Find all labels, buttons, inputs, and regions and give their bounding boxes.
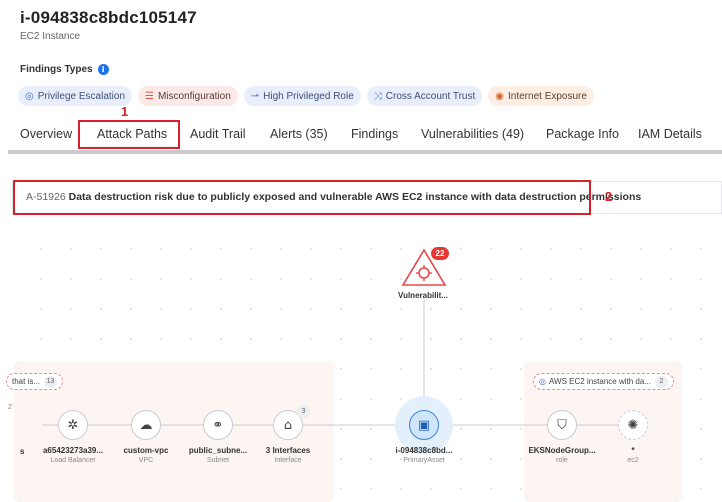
node-label: *: [631, 446, 635, 455]
node-role[interactable]: ⛉ EKSNodeGroup... role: [522, 410, 602, 464]
node-type: PrimaryAsset: [403, 457, 445, 464]
privilege-escalation-icon: ◎: [539, 377, 546, 386]
node-primary-asset[interactable]: ▣ i-094838c8bd... PrimaryAsset: [384, 396, 464, 464]
node-type: ec2: [627, 457, 639, 464]
permission-icon: ✺: [618, 410, 648, 440]
cpu-chip-icon: ▣: [409, 410, 439, 440]
right-pill-count: 2: [654, 375, 668, 388]
offscreen-node-label: s: [20, 447, 25, 456]
subnet-icon: ⚭: [203, 410, 233, 440]
cloud-icon: ☁: [131, 410, 161, 440]
offscreen-node-count: 2: [8, 404, 12, 411]
node-subnet[interactable]: ⚭ public_subne... Subnet: [178, 410, 258, 464]
left-pill-count: 13: [44, 375, 58, 388]
right-pill-text: AWS EC2 instance with da...: [548, 377, 651, 386]
node-label: 3 Interfaces: [265, 446, 311, 455]
node-load-balancer[interactable]: ✲ a65423273a39... Load Balancer: [33, 410, 113, 464]
vulnerability-node-label: Vulnerabilit...: [398, 291, 448, 300]
right-group-pill[interactable]: ◎ AWS EC2 instance with da... 2: [533, 373, 674, 390]
node-label: custom-vpc: [123, 446, 169, 455]
node-vpc[interactable]: ☁ custom-vpc VPC: [106, 410, 186, 464]
node-type: Load Balancer: [50, 457, 96, 464]
role-shield-icon: ⛉: [547, 410, 577, 440]
interface-icon: ⌂ 3: [273, 405, 310, 440]
interface-count-badge: 3: [297, 405, 310, 418]
left-group-pill[interactable]: that is... 13: [6, 373, 64, 390]
node-label: public_subne...: [188, 446, 248, 455]
vulnerability-node[interactable]: 22 Vulnerabilit...: [383, 247, 463, 300]
left-pill-text: that is...: [12, 377, 41, 386]
node-label: i-094838c8bd...: [395, 446, 453, 455]
node-type: Subnet: [206, 457, 230, 464]
node-type: Interface: [274, 457, 302, 464]
node-type: VPC: [138, 457, 154, 464]
node-type: role: [556, 457, 568, 464]
node-label: EKSNodeGroup...: [528, 446, 596, 455]
vulnerability-count-badge: 22: [431, 247, 449, 260]
node-interfaces[interactable]: ⌂ 3 3 Interfaces Interface: [248, 405, 328, 464]
node-label: a65423273a39...: [42, 446, 104, 455]
load-balancer-icon: ✲: [58, 410, 88, 440]
node-ec2-permission[interactable]: ✺ * ec2: [593, 410, 673, 464]
